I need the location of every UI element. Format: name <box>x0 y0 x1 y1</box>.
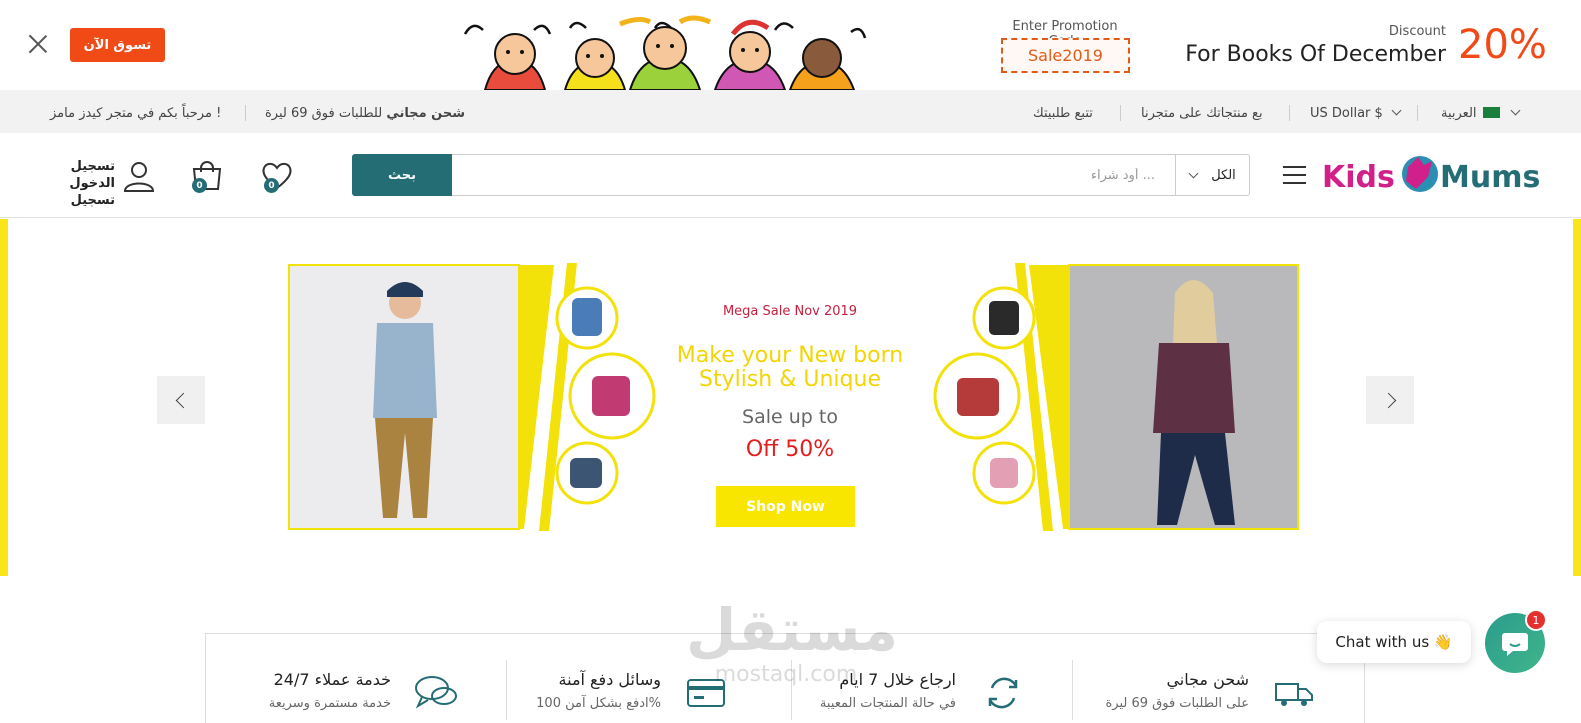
search-input[interactable] <box>453 155 1175 195</box>
login-label[interactable]: تسجيل الدخول <box>25 158 115 192</box>
discount-percent: 20% <box>1458 22 1547 68</box>
flag-icon <box>1482 107 1500 118</box>
currency-label: US Dollar $ <box>1310 106 1383 121</box>
hero-headline: Make your New born Stylish & Unique <box>640 344 940 392</box>
feature-title: وسائل دفع آمنة <box>558 670 661 689</box>
refresh-icon <box>988 677 1018 709</box>
hero-edge-right <box>1573 219 1581 576</box>
chat-icon <box>1502 633 1528 656</box>
main-header: Kids Mums بحث الكل 0 0 تسجيل الدخول تسجي… <box>0 133 1581 218</box>
search-button[interactable]: بحث <box>352 154 452 196</box>
feature-title: شحن مجاني <box>1166 670 1249 689</box>
slider-prev-button[interactable] <box>157 376 205 424</box>
cart-count-badge: 0 <box>192 178 207 193</box>
feature-title: 24/7 خدمة عملاء <box>273 670 391 689</box>
chevron-left-icon <box>175 392 191 408</box>
sell-products-link[interactable]: بع منتجاتك على متجرنا <box>1141 106 1263 121</box>
logo-graphic: Kids Mums <box>1322 156 1540 195</box>
cart-button[interactable]: 0 <box>190 159 224 193</box>
discount-label: Discount <box>1388 24 1446 39</box>
feature-subtitle: في حالة المنتجات المعيبة <box>819 696 956 711</box>
watermark-arabic: مستقل <box>686 596 899 664</box>
info-bar: مرحباً بكم في متجر كيدز مامز ! شحن مجاني… <box>0 90 1581 133</box>
chat-unread-badge: 1 <box>1525 609 1547 631</box>
hero-edge-left <box>0 219 8 576</box>
free-shipping-bold: شحن مجاني <box>386 106 466 121</box>
slider-next-button[interactable] <box>1366 376 1414 424</box>
hero-sale-text: Sale up to <box>742 406 838 428</box>
search-bar: بحث الكل <box>352 154 1250 196</box>
wishlist-count-badge: 0 <box>264 178 279 193</box>
currency-selector[interactable]: US Dollar $ <box>1310 105 1406 121</box>
chevron-down-icon <box>1391 105 1402 116</box>
feature-subtitle: ادفع بشكل آمن 100% <box>536 696 661 711</box>
feature-subtitle: خدمة مستمرة وسريعة <box>268 696 391 711</box>
close-icon[interactable] <box>28 34 48 54</box>
hero-headline-line2: Stylish & Unique <box>699 367 881 392</box>
free-shipping-rest: للطلبات فوق 69 ليرة <box>265 106 387 121</box>
feature-subtitle: على الطلبات فوق 69 ليرة <box>1105 696 1249 711</box>
truck-icon <box>1275 683 1313 706</box>
hero-off-text: Off 50% <box>745 437 835 462</box>
kids-illustration <box>463 15 867 90</box>
watermark: مستقل mostaql.com <box>686 596 899 698</box>
hero-headline-line1: Make your New born <box>676 343 904 368</box>
wishlist-button[interactable]: 0 <box>260 159 294 193</box>
login-register-link[interactable]: تسجيل الدخول تسجيل <box>25 158 115 209</box>
language-selector[interactable]: العربية <box>1441 105 1525 121</box>
hero-slider: Mega Sale Nov 2019 Make your New born St… <box>0 219 1581 576</box>
discount-text: For Books Of December <box>1185 42 1446 67</box>
chevron-down-icon <box>1510 105 1521 116</box>
category-select[interactable]: الكل <box>1175 155 1250 195</box>
user-icon[interactable] <box>122 159 156 193</box>
promo-shop-now-button[interactable]: تسوق الآن <box>70 28 165 62</box>
chevron-right-icon <box>1380 392 1396 408</box>
watermark-latin: mostaql.com <box>714 662 858 687</box>
language-label: العربية <box>1441 106 1477 121</box>
track-order-link[interactable]: تتبع طلبيتك <box>1033 106 1093 121</box>
chat-prompt-bubble[interactable]: Chat with us 👋 <box>1317 621 1471 663</box>
chat-support-icon <box>415 676 457 709</box>
logo-mums-text: Mums <box>1440 160 1540 195</box>
chevron-down-icon <box>1188 168 1199 179</box>
site-logo[interactable]: Kids Mums <box>1322 153 1542 197</box>
promo-code-box[interactable]: Sale2019 <box>1001 38 1130 73</box>
promo-bar: تسوق الآن Enter Promotion Code Sale2019 … <box>0 0 1581 90</box>
register-label[interactable]: تسجيل <box>25 192 115 209</box>
category-selected: الكل <box>1211 167 1236 183</box>
logo-kids-text: Kids <box>1322 160 1395 195</box>
menu-icon[interactable] <box>1283 166 1306 186</box>
hero-shop-now-button[interactable]: Shop Now <box>716 486 855 527</box>
welcome-text: مرحباً بكم في متجر كيدز مامز ! <box>50 106 222 121</box>
hero-tag: Mega Sale Nov 2019 <box>722 304 858 319</box>
free-shipping-note: شحن مجاني للطلبات فوق 69 ليرة <box>265 106 465 121</box>
